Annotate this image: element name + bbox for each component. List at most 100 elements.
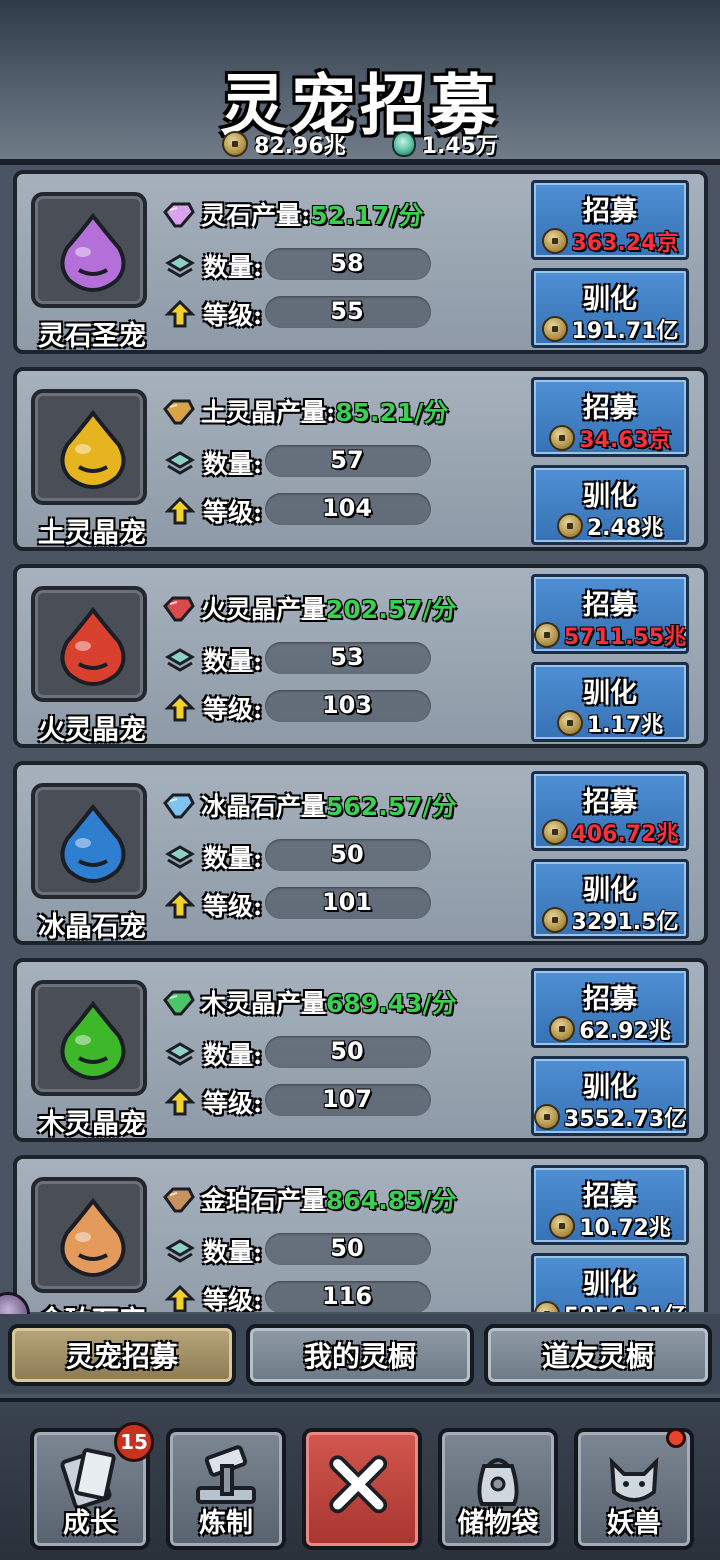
- new-indicator: [666, 1428, 686, 1448]
- recruit-cost: 34.63京: [534, 422, 686, 454]
- count-row: 数量: 50: [165, 839, 431, 875]
- recruit-cost-value: 62.92兆: [579, 1019, 671, 1044]
- tame-cost-value: 3552.73亿: [563, 1107, 687, 1132]
- recruit-cost: 5711.55兆: [533, 619, 686, 651]
- tame-cost-value: 2.48兆: [586, 516, 664, 541]
- stack-icon: [165, 648, 195, 672]
- spirit-amount: 1.45万: [421, 134, 498, 159]
- currency-bar: 82.96兆 1.45万: [0, 128, 720, 160]
- recruit-button[interactable]: 招募 34.63京: [531, 377, 689, 457]
- tame-button[interactable]: 驯化 1.17兆: [531, 662, 689, 742]
- tame-button[interactable]: 驯化 3552.73亿: [531, 1056, 689, 1136]
- nav-label-bag: 储物袋: [457, 1508, 539, 1539]
- production-row: 冰晶石产量 562.57/分: [161, 787, 457, 823]
- recruit-label: 招募: [583, 984, 637, 1015]
- pet-portrait[interactable]: [31, 980, 147, 1096]
- level-row: 等级: 101: [165, 887, 431, 923]
- arrow-up-icon: [165, 1088, 195, 1116]
- pet-icon: [60, 212, 126, 292]
- tab-my-cabinet[interactable]: 我的灵橱: [246, 1324, 474, 1386]
- level-value: 107: [321, 1085, 373, 1113]
- recruit-label: 招募: [583, 196, 637, 227]
- close-button[interactable]: [302, 1428, 422, 1550]
- recruit-cost: 62.92兆: [534, 1013, 686, 1045]
- tame-button[interactable]: 驯化 191.71亿: [531, 268, 689, 348]
- pet-icon: [60, 606, 126, 686]
- recruit-cost-value: 363.24京: [571, 231, 679, 256]
- spirit-icon: [391, 131, 416, 157]
- count-value: 50: [330, 840, 364, 868]
- recruit-button[interactable]: 招募 5711.55兆: [531, 574, 689, 654]
- recruit-cost: 363.24京: [534, 225, 686, 257]
- tame-cost: 3552.73亿: [533, 1101, 687, 1133]
- production-label: 冰晶石产量: [201, 792, 327, 821]
- coin-balance: 82.96兆: [222, 128, 346, 160]
- tame-cost: 3291.5亿: [534, 904, 686, 936]
- pet-portrait[interactable]: [31, 389, 147, 505]
- production-label: 火灵晶产量: [201, 595, 327, 624]
- header: 灵宠招募 82.96兆 1.45万: [0, 0, 720, 165]
- tab-recruit[interactable]: 灵宠招募: [8, 1324, 236, 1386]
- tame-cost: 191.71亿: [534, 313, 686, 345]
- coin-icon: [541, 819, 568, 845]
- count-row: 数量: 57: [165, 445, 431, 481]
- tame-cost: 1.17兆: [534, 707, 686, 739]
- coin-icon: [533, 1301, 560, 1312]
- recruit-label: 招募: [583, 393, 637, 424]
- pet-portrait[interactable]: [31, 192, 147, 308]
- tame-cost-value: 5856.31亿: [564, 1298, 686, 1312]
- production-row: 火灵晶产量 202.57/分: [161, 590, 457, 626]
- nav-beast-button[interactable]: 妖兽: [574, 1428, 694, 1550]
- pet-name: 金珀石宠: [23, 1299, 161, 1312]
- resource-gem-icon: [163, 202, 195, 228]
- pet-portrait[interactable]: [31, 1177, 147, 1293]
- pet-icon: [60, 1197, 126, 1277]
- stack-icon: [165, 845, 195, 869]
- tame-label: 驯化: [583, 875, 637, 906]
- count-row: 数量: 58: [165, 248, 431, 284]
- recruit-button[interactable]: 招募 363.24京: [531, 180, 689, 260]
- production-rate: 562.57/分: [326, 792, 457, 821]
- pet-card: 冰晶石宠 冰晶石产量 562.57/分 数量: 50 等级: 101 招募 40…: [13, 761, 708, 945]
- production-row: 土灵晶产量: 85.21/分: [161, 393, 448, 429]
- pet-portrait[interactable]: [31, 783, 147, 899]
- recruit-button[interactable]: 招募 62.92兆: [531, 968, 689, 1048]
- tame-label: 驯化: [583, 284, 637, 315]
- production-label: 金珀石产量: [201, 1186, 327, 1215]
- arrow-up-icon: [165, 694, 195, 722]
- recruit-cost: 406.72兆: [534, 816, 686, 848]
- stack-icon: [165, 254, 195, 278]
- pet-list[interactable]: 灵石圣宠 灵石产量: 52.17/分 数量: 58 等级: 55 招募 363.…: [0, 170, 720, 1312]
- coin-icon: [533, 622, 560, 648]
- level-row: 等级: 116: [165, 1281, 431, 1312]
- tame-button[interactable]: 驯化 2.48兆: [531, 465, 689, 545]
- nav-bag-button[interactable]: 储物袋: [438, 1428, 558, 1550]
- nav-craft-button[interactable]: 炼制: [166, 1428, 286, 1550]
- recruit-button[interactable]: 招募 406.72兆: [531, 771, 689, 851]
- pet-card: 灵石圣宠 灵石产量: 52.17/分 数量: 58 等级: 55 招募 363.…: [13, 170, 708, 354]
- production-label: 土灵晶产量:: [201, 398, 336, 427]
- coin-icon: [549, 1016, 576, 1042]
- coin-icon: [222, 131, 249, 157]
- production-label: 灵石产量:: [201, 201, 311, 230]
- coin-icon: [549, 425, 576, 451]
- level-value: 101: [321, 888, 373, 916]
- tame-button[interactable]: 驯化 5856.31亿: [531, 1253, 689, 1312]
- resource-gem-icon: [163, 793, 195, 819]
- pet-card: 木灵晶宠 木灵晶产量 689.43/分 数量: 50 等级: 107 招募 62…: [13, 958, 708, 1142]
- pet-portrait[interactable]: [31, 586, 147, 702]
- tab-friend-cabinet[interactable]: 道友灵橱: [484, 1324, 712, 1386]
- coin-icon: [556, 513, 583, 539]
- recruit-cost-value: 406.72兆: [571, 822, 679, 847]
- nav-growth-button[interactable]: 15 成长: [30, 1422, 154, 1550]
- arrow-up-icon: [165, 1285, 195, 1312]
- production-row: 灵石产量: 52.17/分: [161, 196, 423, 232]
- tame-button[interactable]: 驯化 3291.5亿: [531, 859, 689, 939]
- count-row: 数量: 50: [165, 1233, 431, 1269]
- arrow-up-icon: [165, 891, 195, 919]
- pet-icon: [60, 1000, 126, 1080]
- pet-card: 金珀石宠 金珀石产量 864.85/分 数量: 50 等级: 116: [13, 1155, 708, 1312]
- recruit-button[interactable]: 招募 10.72兆: [531, 1165, 689, 1245]
- arrow-up-icon: [165, 300, 195, 328]
- pet-icon: [60, 409, 126, 489]
